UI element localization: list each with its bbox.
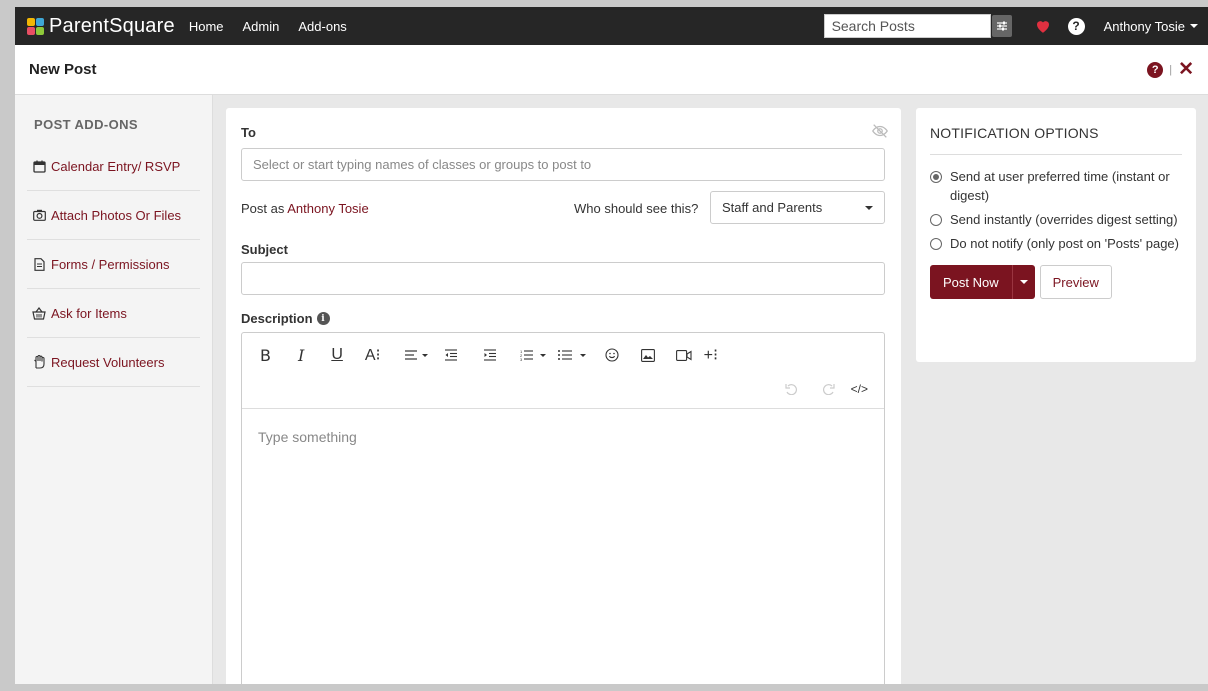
notify-option-none[interactable]: Do not notify (only post on 'Posts' page… [930,234,1182,253]
help-icon[interactable]: ? [1067,17,1085,35]
ordered-list-dropdown-icon[interactable]: 123 [520,345,548,365]
subject-label: Subject [241,242,288,257]
notification-options-card: NOTIFICATION OPTIONS Send at user prefer… [916,108,1196,362]
radio-button[interactable] [930,238,942,250]
separator: | [1169,63,1173,76]
nav-links: Home Admin Add-ons [189,19,366,34]
sidebar-heading: POST ADD-ONS [34,117,138,132]
post-as: Post as Anthony Tosie [241,201,369,216]
sidebar: POST ADD-ONS Calendar Entry/ RSVP Attach… [15,95,213,691]
calendar-icon [32,159,46,173]
nav-link-admin[interactable]: Admin [243,19,280,34]
title-actions: ? | ✕ [1147,60,1194,79]
user-name: Anthony Tosie [1103,18,1185,34]
help-icon[interactable]: ? [1147,61,1164,78]
post-now-button[interactable]: Post Now [930,265,1012,299]
code-view-button[interactable]: </> [851,379,868,399]
underline-button[interactable]: U [331,345,343,365]
toolbar-row: B I U A⁝ 123 +⁝ [242,345,718,365]
audience-selected-value: Staff and Parents [722,200,823,215]
hand-icon [32,355,46,369]
description-label: Description [241,311,313,326]
indent-icon[interactable] [483,345,496,365]
undo-icon[interactable] [785,379,797,399]
subject-input[interactable] [241,262,885,295]
redo-icon[interactable] [822,379,835,399]
user-menu[interactable]: Anthony Tosie [1104,19,1198,34]
radio-button[interactable] [930,171,942,183]
audience-label: Who should see this? [574,201,699,216]
search-input[interactable] [823,14,991,38]
chevron-down-icon [1019,280,1028,284]
page-title: New Post [29,61,97,78]
eye-off-icon[interactable] [871,122,889,140]
italic-button[interactable]: I [298,345,304,365]
notification-options-title: NOTIFICATION OPTIONS [930,125,1182,155]
nav-right: ? Anthony Tosie [823,14,1208,38]
sidebar-item-forms[interactable]: Forms / Permissions [27,240,200,289]
preview-button[interactable]: Preview [1039,265,1112,299]
filter-sliders-icon[interactable] [991,15,1012,37]
brand-name: ParentSquare [49,14,175,37]
to-recipients-input[interactable] [241,148,885,181]
description-label-row: Description i [241,311,330,326]
font-size-button[interactable]: A⁝ [365,345,381,365]
sidebar-item-calendar[interactable]: Calendar Entry/ RSVP [27,142,200,191]
svg-text:3: 3 [520,357,523,361]
brand[interactable]: ParentSquare [27,15,175,38]
radio-button[interactable] [930,214,942,226]
editor-placeholder: Type something [258,429,357,445]
post-as-name-link[interactable]: Anthony Tosie [287,201,368,216]
chevron-down-icon [865,205,873,210]
sidebar-item-label: Attach Photos Or Files [51,207,182,223]
post-options-dropdown[interactable] [1011,265,1035,299]
page-header: New Post ? | ✕ [15,45,1208,95]
sidebar-item-label: Forms / Permissions [51,256,170,272]
document-icon [32,257,46,271]
align-dropdown-icon[interactable] [404,345,431,365]
bullet-list-dropdown-icon[interactable] [557,345,588,365]
sidebar-list: Calendar Entry/ RSVP Attach Photos Or Fi… [27,142,200,387]
sidebar-item-attach[interactable]: Attach Photos Or Files [27,191,200,240]
notify-option-label: Send instantly (overrides digest setting… [950,212,1178,227]
sidebar-item-volunteers[interactable]: Request Volunteers [27,338,200,387]
to-label: To [241,125,256,140]
sidebar-item-label: Request Volunteers [51,354,165,370]
post-form-card: To Post as Anthony Tosie Who should see … [226,108,901,691]
chevron-down-icon [1190,24,1198,28]
camera-icon [32,208,46,222]
top-navbar: ParentSquare Home Admin Add-ons ? Anthon… [15,7,1208,45]
video-icon[interactable] [675,345,692,365]
editor-toolbar: B I U A⁝ 123 +⁝ </> [242,333,884,409]
parentsquare-logo-icon [27,18,44,35]
audience-select[interactable]: Staff and Parents [710,191,885,224]
notify-option-label: Send at user preferred time (instant or … [950,169,1170,203]
outdent-icon[interactable] [444,345,457,365]
notify-option-preferred[interactable]: Send at user preferred time (instant or … [930,167,1182,205]
sidebar-item-ask-items[interactable]: Ask for Items [27,289,200,338]
close-icon[interactable]: ✕ [1178,60,1194,79]
action-buttons: Post Now Preview [930,265,1182,299]
basket-icon [32,306,46,320]
nav-link-home[interactable]: Home [189,19,224,34]
sidebar-item-label: Ask for Items [51,305,127,321]
more-options-button[interactable]: +⁝ [704,345,718,365]
emoji-icon[interactable] [605,345,619,365]
notify-option-instant[interactable]: Send instantly (overrides digest setting… [930,210,1182,229]
rich-text-editor: B I U A⁝ 123 +⁝ </> Type something [241,332,885,691]
heart-icon[interactable] [1034,17,1052,35]
app-window: ParentSquare Home Admin Add-ons ? Anthon… [15,7,1208,691]
editor-body[interactable]: Type something [242,409,884,465]
bold-button[interactable]: B [260,345,271,365]
info-icon[interactable]: i [316,312,330,325]
image-icon[interactable] [640,345,655,365]
sidebar-item-label: Calendar Entry/ RSVP [51,158,181,174]
notify-option-label: Do not notify (only post on 'Posts' page… [950,236,1179,251]
bottom-edge [0,684,1208,691]
toolbar-row-secondary: </> [785,379,868,399]
nav-link-addons[interactable]: Add-ons [298,19,346,34]
post-as-prefix: Post as [241,201,288,216]
